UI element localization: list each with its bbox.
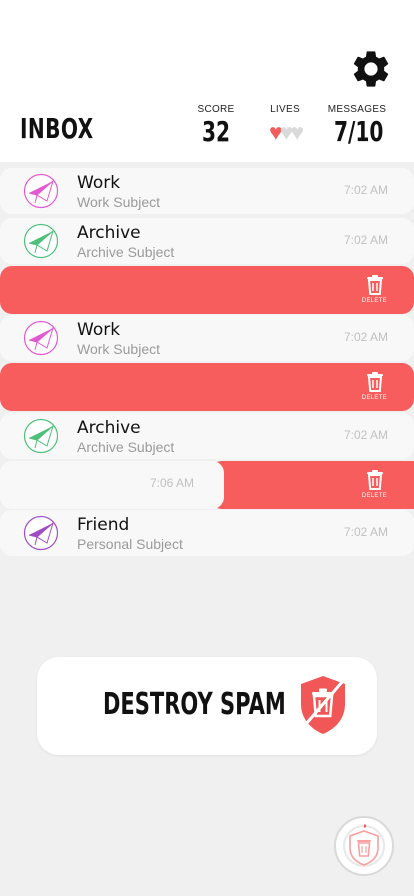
envelope-plane-icon [23, 173, 59, 209]
destroy-spam-button[interactable]: DESTROY SPAM [37, 657, 377, 755]
destroy-spam-timer-button[interactable] [334, 816, 394, 876]
delete-label: DELETE [361, 395, 387, 401]
email-time: 7:06 AM [150, 476, 195, 490]
lives-stat: LIVES ♥♥♥ [257, 104, 313, 145]
messages-stat: MESSAGES 7/10 [325, 104, 389, 147]
heart-empty-icon: ♥ [290, 119, 304, 145]
lives-hearts: ♥♥♥ [257, 119, 313, 145]
email-row[interactable]: Work Work Subject 7:02 AM [0, 315, 414, 361]
shield-trash-icon [343, 824, 385, 867]
email-time: 7:02 AM [343, 428, 388, 442]
trash-icon [367, 470, 383, 490]
email-time: 7:02 AM [343, 233, 388, 247]
shield-trash-icon [301, 676, 345, 734]
email-row[interactable]: Archive Archive Subject 7:02 AM [0, 218, 414, 264]
email-sender: Friend [77, 515, 130, 535]
score-stat: SCORE 32 [190, 104, 242, 147]
email-time: 7:02 AM [343, 330, 388, 344]
page-title: INBOX [20, 112, 94, 145]
email-row-swiped[interactable]: 7:06 AM [0, 461, 224, 509]
gear-icon[interactable] [349, 47, 393, 91]
email-row[interactable]: Archive Archive Subject 7:02 AM [0, 413, 414, 459]
email-time: 7:02 AM [343, 183, 388, 197]
email-subject: Personal Subject [77, 536, 183, 552]
messages-value: 7/10 [333, 115, 384, 148]
email-row[interactable]: Work Work Subject 7:02 AM [0, 168, 414, 214]
delete-swipe-action[interactable]: DELETE [0, 363, 414, 411]
score-label: SCORE [197, 104, 235, 115]
envelope-plane-icon [23, 418, 59, 454]
delete-swipe-action[interactable]: DELETE [210, 461, 414, 509]
score-value: 32 [201, 115, 231, 148]
destroy-spam-label: DESTROY SPAM [103, 687, 286, 722]
envelope-plane-icon [23, 515, 59, 551]
email-time: 7:02 AM [343, 525, 388, 539]
email-subject: Work Subject [77, 341, 160, 357]
trash-icon [367, 372, 383, 392]
envelope-plane-icon [23, 320, 59, 356]
messages-label: MESSAGES [327, 104, 387, 115]
delete-label: DELETE [361, 493, 387, 499]
heart-full-icon: ♥ [269, 119, 283, 145]
header-panel: INBOX SCORE 32 LIVES ♥♥♥ MESSAGES 7/10 [0, 0, 414, 162]
delete-swipe-action[interactable]: DELETE [0, 266, 414, 314]
email-sender: Work [77, 320, 121, 340]
email-sender: Work [77, 173, 121, 193]
email-subject: Work Subject [77, 194, 160, 210]
heart-empty-icon: ♥ [279, 119, 294, 145]
delete-label: DELETE [361, 298, 387, 304]
envelope-plane-icon [23, 223, 59, 259]
lives-label: LIVES [270, 104, 300, 115]
email-sender: Archive [77, 223, 141, 243]
trash-icon [367, 275, 383, 295]
email-subject: Archive Subject [77, 439, 175, 455]
email-sender: Archive [77, 418, 141, 438]
email-subject: Archive Subject [77, 244, 175, 260]
email-row[interactable]: Friend Personal Subject 7:02 AM [0, 510, 414, 556]
